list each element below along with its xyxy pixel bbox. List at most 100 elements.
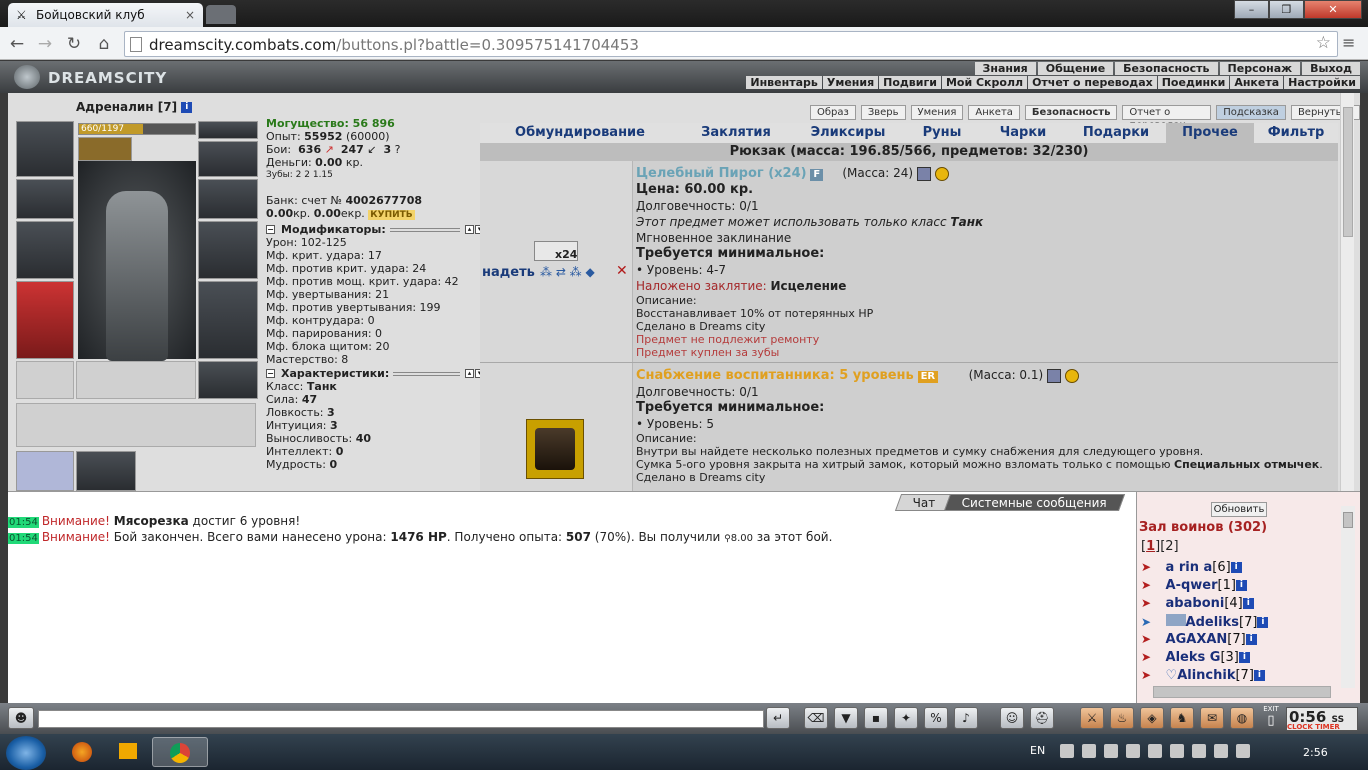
tray-icon[interactable] bbox=[1060, 744, 1074, 758]
speaker-icon[interactable]: ☻ bbox=[8, 707, 34, 729]
fight-arrow-icon[interactable]: ➤ bbox=[1141, 633, 1161, 645]
page-link[interactable]: [2] bbox=[1160, 539, 1178, 554]
pocket-slots[interactable] bbox=[16, 403, 256, 447]
info-icon[interactable]: i bbox=[1235, 580, 1247, 591]
close-window-button[interactable]: ✕ bbox=[1303, 0, 1362, 19]
belt-slot[interactable] bbox=[16, 361, 74, 399]
site-logo[interactable]: DREAMSCITY bbox=[8, 63, 248, 91]
info-icon[interactable]: i bbox=[1242, 598, 1254, 609]
submenu-profile[interactable]: Анкета bbox=[1230, 76, 1284, 89]
user-row[interactable]: ➤ a rin a[6] i bbox=[1141, 560, 1341, 578]
earring-slot[interactable] bbox=[198, 121, 258, 139]
collapse-icon[interactable]: − bbox=[266, 369, 275, 378]
shield-icon[interactable]: ◈ bbox=[1140, 707, 1164, 729]
maximize-button[interactable]: ❐ bbox=[1268, 0, 1304, 19]
scroll-thumb[interactable] bbox=[1343, 107, 1353, 237]
fight-arrow-icon[interactable]: ➤ bbox=[1141, 669, 1161, 681]
menu-communication[interactable]: Общение bbox=[1037, 62, 1114, 75]
delete-icon[interactable]: ✕ bbox=[616, 263, 628, 279]
online-hscrollbar[interactable] bbox=[1153, 686, 1331, 698]
sound-icon[interactable]: ♪ bbox=[954, 707, 978, 729]
smiley-icon[interactable]: ☺ bbox=[1000, 707, 1024, 729]
knight-icon[interactable]: ♞ bbox=[1170, 707, 1194, 729]
tab-elixirs[interactable]: Эликсиры bbox=[792, 123, 904, 143]
user-row[interactable]: ➤ ♡Alinchik[7] i bbox=[1141, 668, 1341, 686]
menu-character[interactable]: Персонаж bbox=[1219, 62, 1301, 75]
tab-runes[interactable]: Руны bbox=[904, 123, 980, 143]
new-tab-button[interactable] bbox=[206, 5, 236, 24]
language-indicator[interactable]: EN bbox=[1030, 744, 1045, 757]
eraser-icon[interactable]: ⌫ bbox=[804, 707, 828, 729]
fight-arrow-icon[interactable]: ➤ bbox=[1141, 579, 1161, 591]
pet-button[interactable]: Зверь bbox=[860, 105, 906, 120]
info-icon[interactable]: i bbox=[1253, 670, 1265, 681]
refresh-button[interactable]: Обновить bbox=[1211, 502, 1267, 517]
bookmark-star-icon[interactable]: ☆ bbox=[1316, 33, 1331, 53]
user-name[interactable]: ababoni bbox=[1166, 596, 1225, 611]
weapon-slot[interactable] bbox=[16, 221, 74, 279]
helmet-slot[interactable] bbox=[16, 121, 74, 177]
transfer-icons[interactable]: ⁂ ⇄ ⁂ ◆ bbox=[540, 265, 595, 279]
user-name[interactable]: A-qwer bbox=[1166, 578, 1218, 593]
user-name[interactable]: Alinchik bbox=[1177, 668, 1235, 683]
amulet-rings-slot[interactable] bbox=[198, 141, 258, 177]
tray-icon[interactable] bbox=[1192, 744, 1206, 758]
gloves-slot[interactable] bbox=[198, 179, 258, 219]
collapse-icon[interactable]: − bbox=[266, 225, 275, 234]
tray-icon[interactable] bbox=[1214, 744, 1228, 758]
tab-spells[interactable]: Заклятия bbox=[680, 123, 792, 143]
scroll-thumb[interactable] bbox=[1343, 512, 1353, 528]
firefox-icon[interactable] bbox=[62, 737, 102, 767]
tab-charms[interactable]: Чарки bbox=[980, 123, 1066, 143]
chrome-icon[interactable] bbox=[152, 737, 208, 767]
user-row[interactable]: ➤ Aleks G[3] i bbox=[1141, 650, 1341, 668]
submenu-settings[interactable]: Настройки bbox=[1284, 76, 1360, 89]
user-row[interactable]: ➤ AGAXAN[7] i bbox=[1141, 632, 1341, 650]
media-player-icon[interactable] bbox=[108, 737, 148, 767]
submenu-skills[interactable]: Умения bbox=[822, 76, 879, 89]
tray-icon[interactable] bbox=[1104, 744, 1118, 758]
tray-icon[interactable] bbox=[1082, 744, 1096, 758]
potion-icon[interactable]: ♨ bbox=[1110, 707, 1134, 729]
wear-link[interactable]: надеть bbox=[482, 265, 535, 280]
characteristics-header[interactable]: −Характеристики:▴▾ bbox=[266, 367, 484, 380]
armor-slot[interactable] bbox=[16, 281, 74, 359]
transfer-report-button[interactable]: Отчет о переводах bbox=[1122, 105, 1212, 131]
filter-icon[interactable]: ▼ bbox=[834, 707, 858, 729]
user-name[interactable]: a rin a bbox=[1166, 560, 1213, 575]
move-up-icon[interactable]: ▴ bbox=[465, 225, 474, 234]
tray-icon[interactable] bbox=[1170, 744, 1184, 758]
send-icon[interactable]: ↵ bbox=[766, 707, 790, 729]
attack-icon[interactable]: ⚔ bbox=[1080, 707, 1104, 729]
submenu-transfer-report[interactable]: Отчет о переводах bbox=[1028, 76, 1157, 89]
minimize-button[interactable]: – bbox=[1234, 0, 1269, 19]
user-name[interactable]: AGAXAN bbox=[1166, 632, 1228, 647]
tab-gifts[interactable]: Подарки bbox=[1066, 123, 1166, 143]
helmet-icon[interactable]: ⛑ bbox=[1030, 707, 1054, 729]
move-up-icon[interactable]: ▴ bbox=[465, 369, 474, 378]
bag-icon[interactable]: ◍ bbox=[1230, 707, 1254, 729]
tab-close-icon[interactable]: × bbox=[185, 8, 195, 22]
info-icon[interactable]: i bbox=[181, 102, 193, 113]
chat-input[interactable] bbox=[38, 710, 764, 728]
page-scrollbar[interactable] bbox=[1340, 93, 1354, 491]
legs-slot[interactable] bbox=[198, 281, 258, 359]
system-clock[interactable]: 2:56 bbox=[1303, 746, 1328, 759]
bracers-slot[interactable] bbox=[16, 179, 74, 219]
menu-knowledge[interactable]: Знания bbox=[974, 62, 1036, 75]
user-name[interactable]: Adeliks bbox=[1186, 615, 1239, 630]
user-row[interactable]: ➤ A-qwer[1] i bbox=[1141, 578, 1341, 596]
tray-icon[interactable] bbox=[1126, 744, 1140, 758]
user-row[interactable]: ➤ Adeliks[7] i bbox=[1141, 614, 1341, 632]
info-icon[interactable]: i bbox=[1238, 652, 1250, 663]
save-icon[interactable]: ▪ bbox=[864, 707, 888, 729]
skills-button[interactable]: Умения bbox=[910, 105, 964, 120]
info-icon[interactable]: i bbox=[1245, 634, 1257, 645]
profile-button[interactable]: Анкета bbox=[968, 105, 1020, 120]
hint-button[interactable]: Подсказка bbox=[1216, 105, 1286, 120]
buy-ekr-button[interactable]: КУПИТЬ bbox=[368, 210, 415, 220]
boots-slot[interactable] bbox=[198, 361, 258, 399]
submenu-feats[interactable]: Подвиги bbox=[879, 76, 941, 89]
network-icon[interactable] bbox=[1236, 744, 1250, 758]
item-name[interactable]: Снабжение воспитанника: 5 уровень bbox=[636, 368, 914, 383]
